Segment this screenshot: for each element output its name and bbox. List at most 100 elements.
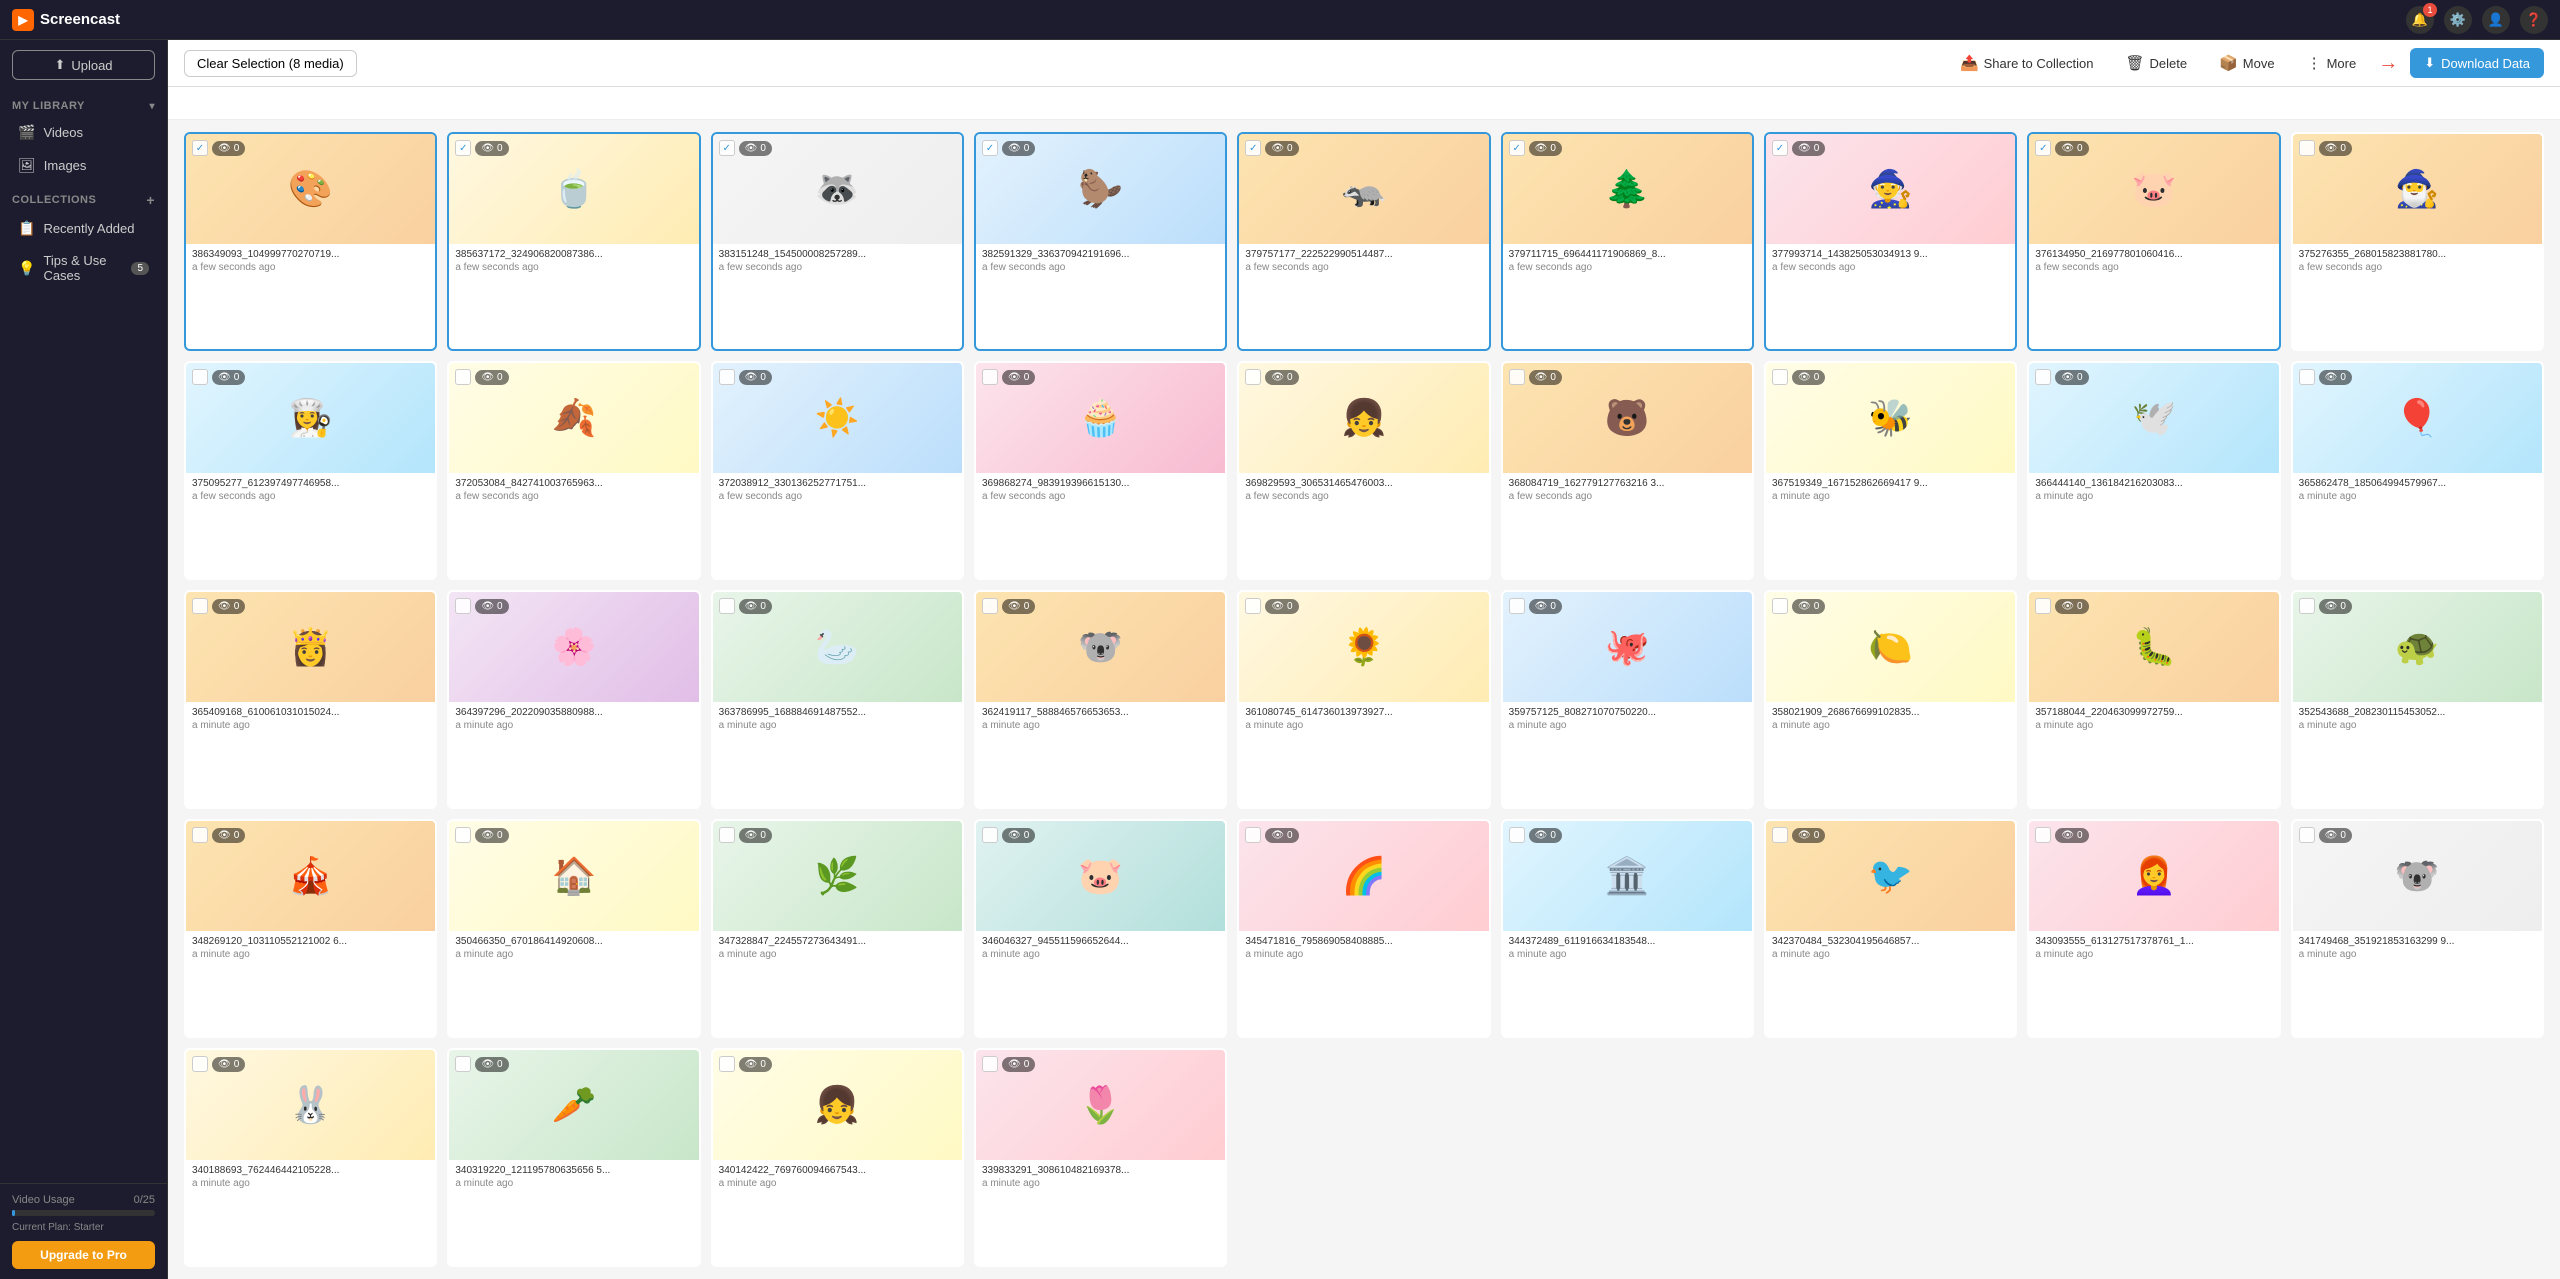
media-card[interactable]: 🐢 👁 0 352543688_208230115453052... a min… (2291, 590, 2544, 809)
card-checkbox[interactable] (192, 598, 208, 614)
media-card[interactable]: 🐷 ✓ 👁 0 376134950_216977801060416... a f… (2027, 132, 2280, 351)
card-checkbox[interactable] (982, 598, 998, 614)
media-card[interactable]: 🌸 👁 0 364397296_202209035880988... a min… (447, 590, 700, 809)
card-checkbox[interactable] (192, 369, 208, 385)
media-card[interactable]: 👩‍🦰 👁 0 343093555_613127517378761_1... a… (2027, 819, 2280, 1038)
media-card[interactable]: 🏛️ 👁 0 344372489_611916634183548... a mi… (1501, 819, 1754, 1038)
media-card[interactable]: 🐝 👁 0 367519349_167152862669417 9... a m… (1764, 361, 2017, 580)
card-checkbox[interactable] (719, 827, 735, 843)
card-checkbox[interactable] (455, 369, 471, 385)
upgrade-button[interactable]: Upgrade to Pro (12, 1241, 155, 1269)
media-card[interactable]: 🐙 👁 0 359757125_808271070750220... a min… (1501, 590, 1754, 809)
card-checkbox[interactable] (1772, 598, 1788, 614)
media-card[interactable]: 👧 👁 0 340142422_769760094667543... a min… (711, 1048, 964, 1267)
card-checkbox[interactable] (2299, 369, 2315, 385)
move-button[interactable]: 📦 Move (2209, 49, 2284, 77)
card-checkbox[interactable] (982, 827, 998, 843)
download-data-button[interactable]: ⬇ Download Data (2410, 48, 2544, 78)
media-card[interactable]: 🥕 👁 0 340319220_121195780635656 5... a m… (447, 1048, 700, 1267)
add-collection-icon[interactable]: + (146, 192, 155, 208)
card-checkbox[interactable] (2035, 827, 2051, 843)
sidebar-item-recently-added[interactable]: 📋 Recently Added (6, 213, 161, 244)
upload-button[interactable]: ⬆ Upload (12, 50, 155, 80)
media-card[interactable]: 🐛 👁 0 357188044_220463099972759... a min… (2027, 590, 2280, 809)
collections-section[interactable]: COLLECTIONS + (0, 182, 167, 212)
media-card[interactable]: 🌷 👁 0 339833291_308610482169378... a min… (974, 1048, 1227, 1267)
card-checkbox[interactable] (982, 1056, 998, 1072)
card-checkbox[interactable]: ✓ (455, 140, 471, 156)
media-card[interactable]: 🐨 👁 0 341749468_351921853163299 9... a m… (2291, 819, 2544, 1038)
card-checkbox[interactable] (455, 598, 471, 614)
media-card[interactable]: 🎪 👁 0 348269120_103110552121002 6... a m… (184, 819, 437, 1038)
clear-selection-button[interactable]: Clear Selection (8 media) (184, 50, 357, 77)
share-to-collection-button[interactable]: 📤 Share to Collection (1950, 49, 2104, 77)
card-checkbox[interactable]: ✓ (1245, 140, 1261, 156)
media-card[interactable]: 🏠 👁 0 350466350_670186414920608... a min… (447, 819, 700, 1038)
card-checkbox[interactable]: ✓ (192, 140, 208, 156)
media-card[interactable]: 🌿 👁 0 347328847_224557273643491... a min… (711, 819, 964, 1038)
user-icon[interactable]: 👤 (2482, 6, 2510, 34)
media-card[interactable]: 🍂 👁 0 372053084_842741003765963... a few… (447, 361, 700, 580)
help-icon[interactable]: ❓ (2520, 6, 2548, 34)
card-checkbox[interactable] (2035, 598, 2051, 614)
card-checkbox[interactable] (1245, 827, 1261, 843)
card-checkbox[interactable] (1509, 369, 1525, 385)
media-card[interactable]: 🧙‍♂️ 👁 0 375276355_268015823881780... a … (2291, 132, 2544, 351)
card-checkbox[interactable]: ✓ (982, 140, 998, 156)
delete-button[interactable]: 🗑 Delete (2115, 49, 2197, 77)
media-card[interactable]: 🕊️ 👁 0 366444140_136184216203083... a mi… (2027, 361, 2280, 580)
card-checkbox[interactable]: ✓ (1509, 140, 1525, 156)
card-checkbox[interactable] (2299, 598, 2315, 614)
media-card[interactable]: 🦫 ✓ 👁 0 382591329_336370942191696... a f… (974, 132, 1227, 351)
my-library-section[interactable]: MY LIBRARY ▾ (0, 90, 167, 116)
card-checkbox[interactable] (1245, 369, 1261, 385)
sidebar-item-videos[interactable]: 🎬 Videos (6, 117, 161, 148)
card-checkbox[interactable]: ✓ (719, 140, 735, 156)
media-card[interactable]: 👧 👁 0 369829593_306531465476003... a few… (1237, 361, 1490, 580)
more-button[interactable]: ⋮ More (2297, 49, 2367, 77)
settings-icon[interactable]: ⚙️ (2444, 6, 2472, 34)
media-card[interactable]: 🐨 👁 0 362419117_588846576653653... a min… (974, 590, 1227, 809)
card-checkbox[interactable] (719, 598, 735, 614)
media-card[interactable]: 🍋 👁 0 358021909_268676699102835... a min… (1764, 590, 2017, 809)
media-card[interactable]: 🍵 ✓ 👁 0 385637172_324906820087386... a f… (447, 132, 700, 351)
card-checkbox[interactable] (2035, 369, 2051, 385)
media-card[interactable]: 🐷 👁 0 346046327_945511596652644... a min… (974, 819, 1227, 1038)
card-checkbox[interactable] (192, 827, 208, 843)
media-card[interactable]: 🦝 ✓ 👁 0 383151248_154500008257289... a f… (711, 132, 964, 351)
media-card[interactable]: 🧁 👁 0 369868274_983919396615130... a few… (974, 361, 1227, 580)
card-checkbox[interactable] (2299, 140, 2315, 156)
card-checkbox[interactable]: ✓ (1772, 140, 1788, 156)
media-card[interactable]: ☀️ 👁 0 372038912_330136252771751... a fe… (711, 361, 964, 580)
media-card[interactable]: 🌻 👁 0 361080745_614736013973927... a min… (1237, 590, 1490, 809)
media-card[interactable]: 🐻 👁 0 368084719_162779127763216 3... a f… (1501, 361, 1754, 580)
notification-icon[interactable]: 🔔 1 (2406, 6, 2434, 34)
card-checkbox[interactable] (719, 369, 735, 385)
sidebar-item-images[interactable]: 🖼 Images (6, 150, 161, 181)
card-checkbox[interactable] (2299, 827, 2315, 843)
sidebar-item-tips[interactable]: 💡 Tips & Use Cases 5 (6, 246, 161, 290)
media-card[interactable]: 🧙 ✓ 👁 0 377993714_143825053034913 9... a… (1764, 132, 2017, 351)
media-card[interactable]: 👸 👁 0 365409168_610061031015024... a min… (184, 590, 437, 809)
media-card[interactable]: 🎈 👁 0 365862478_185064994579967... a min… (2291, 361, 2544, 580)
card-checkbox[interactable] (192, 1056, 208, 1072)
card-checkbox[interactable] (1509, 827, 1525, 843)
media-card[interactable]: 🦢 👁 0 363786995_168884691487552... a min… (711, 590, 964, 809)
card-checkbox[interactable]: ✓ (2035, 140, 2051, 156)
media-card[interactable]: 🌈 👁 0 345471816_795869058408885... a min… (1237, 819, 1490, 1038)
media-card[interactable]: 🐦 👁 0 342370484_532304195646857... a min… (1764, 819, 2017, 1038)
media-card[interactable]: 🎨 ✓ 👁 0 386349093_104999770270719... a f… (184, 132, 437, 351)
card-checkbox[interactable] (1245, 598, 1261, 614)
media-card[interactable]: 🦡 ✓ 👁 0 379757177_222522990514487... a f… (1237, 132, 1490, 351)
card-checkbox[interactable] (455, 827, 471, 843)
card-checkbox[interactable] (1772, 369, 1788, 385)
app-logo[interactable]: ▶ Screencast (12, 9, 120, 31)
media-card[interactable]: 🌲 ✓ 👁 0 379711715_696441171906869_8... a… (1501, 132, 1754, 351)
card-checkbox[interactable] (982, 369, 998, 385)
media-card[interactable]: 👩‍🍳 👁 0 375095277_612397497746958... a f… (184, 361, 437, 580)
card-checkbox[interactable] (719, 1056, 735, 1072)
media-card[interactable]: 🐰 👁 0 340188693_762446442105228... a min… (184, 1048, 437, 1267)
card-checkbox[interactable] (1772, 827, 1788, 843)
card-checkbox[interactable] (1509, 598, 1525, 614)
card-checkbox[interactable] (455, 1056, 471, 1072)
